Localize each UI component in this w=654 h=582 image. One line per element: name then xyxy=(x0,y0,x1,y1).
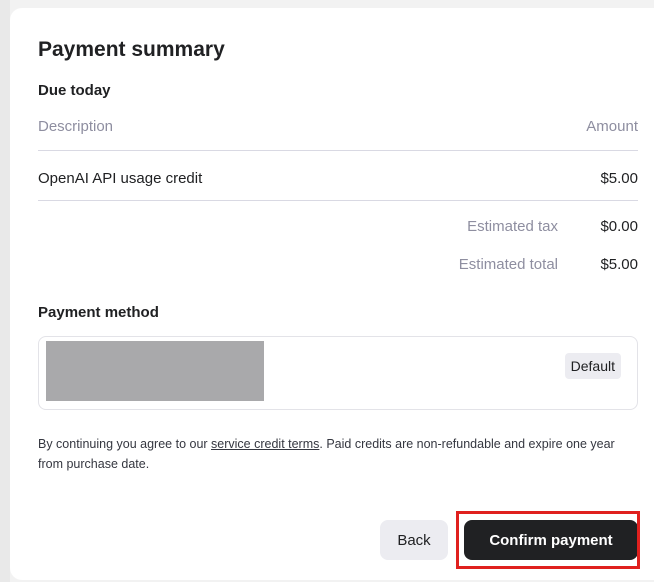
redacted-card-details xyxy=(46,341,264,401)
items-divider xyxy=(38,200,638,201)
terms-prefix: By continuing you agree to our xyxy=(38,437,212,451)
estimated-total-label: Estimated total xyxy=(458,256,558,273)
payment-summary-dialog: Payment summary Due today Description Am… xyxy=(10,8,654,580)
payment-method-heading: Payment method xyxy=(38,304,159,321)
estimated-tax-label: Estimated tax xyxy=(467,218,558,235)
amount-column-header: Amount xyxy=(586,118,638,135)
line-item-amount: $5.00 xyxy=(600,170,638,187)
backdrop-edge xyxy=(0,0,10,582)
description-column-header: Description xyxy=(38,118,114,135)
confirm-highlight-box xyxy=(456,511,640,569)
screen-background: Payment summary Due today Description Am… xyxy=(0,0,654,582)
line-item-description: OpenAI API usage credit xyxy=(38,170,203,187)
estimated-tax-value: $0.00 xyxy=(600,218,638,235)
back-button[interactable]: Back xyxy=(380,520,448,560)
payment-method-card[interactable]: Default xyxy=(38,336,638,410)
estimated-total-value: $5.00 xyxy=(600,256,638,273)
dialog-title: Payment summary xyxy=(38,38,225,61)
terms-notice: By continuing you agree to our service c… xyxy=(38,434,642,474)
header-divider xyxy=(38,150,638,151)
default-badge: Default xyxy=(564,353,621,379)
due-today-heading: Due today xyxy=(38,82,111,99)
service-credit-terms-link[interactable]: service credit terms xyxy=(211,437,319,451)
